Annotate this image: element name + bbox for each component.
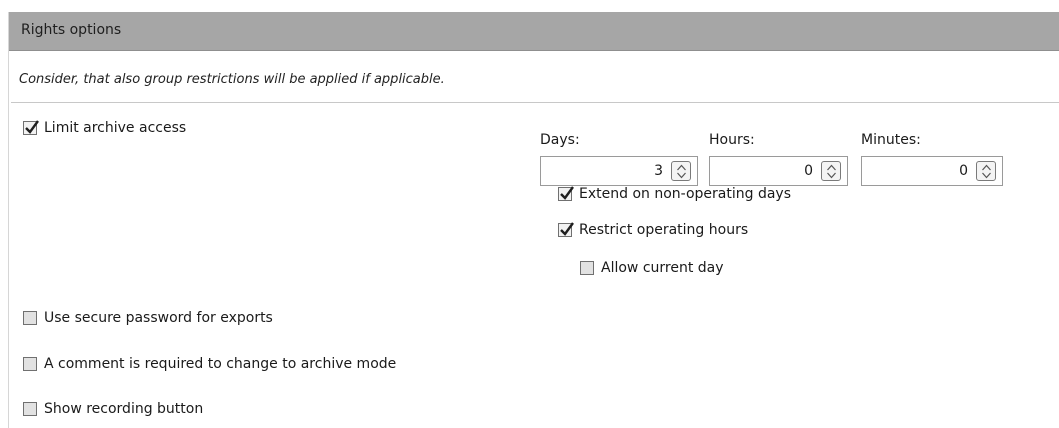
up-down-arrows-icon: [827, 164, 836, 179]
minutes-value[interactable]: 0: [959, 163, 968, 179]
allow-current-day-checkbox[interactable]: Allow current day: [580, 260, 724, 276]
checkmark-icon: [560, 222, 574, 236]
checkbox-label: Limit archive access: [44, 120, 187, 136]
comment-required-checkbox[interactable]: A comment is required to change to archi…: [23, 356, 396, 372]
up-down-arrows-icon: [982, 164, 991, 179]
restrict-operating-hours-checkbox[interactable]: Restrict operating hours: [558, 222, 748, 238]
checkmark-icon: [25, 120, 39, 134]
checkbox-label: Restrict operating hours: [579, 222, 749, 238]
days-spin-button[interactable]: [671, 161, 691, 181]
checkbox-box[interactable]: [23, 357, 37, 371]
group-restrictions-note: Consider, that also group restrictions w…: [19, 72, 445, 87]
minutes-label: Minutes:: [861, 132, 921, 148]
secure-password-exports-checkbox[interactable]: Use secure password for exports: [23, 310, 273, 326]
panel-header: Rights options: [9, 12, 1059, 51]
checkbox-label: A comment is required to change to archi…: [44, 356, 397, 372]
checkbox-box[interactable]: [558, 222, 574, 237]
checkbox-box[interactable]: [558, 186, 574, 201]
rights-options-panel: Rights options Consider, that also group…: [8, 12, 1059, 428]
divider: [11, 102, 1059, 103]
hours-spinbox[interactable]: 0: [709, 156, 848, 186]
checkbox-label: Allow current day: [601, 260, 724, 276]
days-value[interactable]: 3: [654, 163, 663, 179]
show-recording-button-checkbox[interactable]: Show recording button: [23, 401, 203, 417]
hours-value[interactable]: 0: [804, 163, 813, 179]
hours-label: Hours:: [709, 132, 755, 148]
checkbox-label: Extend on non-operating days: [579, 186, 791, 202]
checkbox-label: Show recording button: [44, 401, 204, 417]
panel-title: Rights options: [21, 22, 122, 38]
hours-spin-button[interactable]: [821, 161, 841, 181]
checkbox-label: Use secure password for exports: [44, 310, 273, 326]
minutes-spin-button[interactable]: [976, 161, 996, 181]
up-down-arrows-icon: [677, 164, 686, 179]
checkbox-box[interactable]: [23, 402, 37, 416]
days-label: Days:: [540, 132, 580, 148]
minutes-spinbox[interactable]: 0: [861, 156, 1003, 186]
checkbox-box[interactable]: [23, 120, 39, 135]
limit-archive-access-checkbox[interactable]: Limit archive access: [23, 120, 186, 136]
extend-non-operating-days-checkbox[interactable]: Extend on non-operating days: [558, 186, 791, 202]
checkbox-box[interactable]: [580, 261, 594, 275]
checkbox-box[interactable]: [23, 311, 37, 325]
checkmark-icon: [560, 186, 574, 200]
days-spinbox[interactable]: 3: [540, 156, 698, 186]
